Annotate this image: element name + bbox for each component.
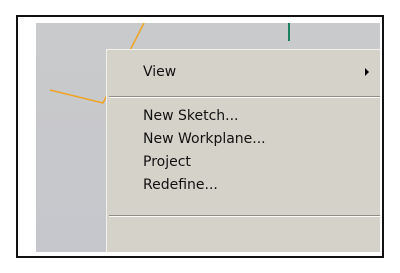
3d-viewport[interactable]: View New Sketch... New Workplane... Proj… xyxy=(36,23,380,252)
menu-item-new-workplane[interactable]: New Workplane... xyxy=(107,128,380,150)
menu-separator xyxy=(109,215,380,217)
menu-item-new-sketch[interactable]: New Sketch... xyxy=(107,105,380,127)
chevron-right-icon xyxy=(365,68,369,76)
context-menu: View New Sketch... New Workplane... Proj… xyxy=(106,49,380,252)
menu-item-project-label: Project xyxy=(143,154,191,170)
menu-item-view[interactable]: View xyxy=(107,61,380,83)
menu-item-new-sketch-label: New Sketch... xyxy=(143,108,239,124)
menu-separator xyxy=(109,96,380,98)
menu-item-project[interactable]: Project xyxy=(107,151,380,173)
menu-item-redefine-label: Redefine... xyxy=(143,177,218,193)
menu-item-redefine[interactable]: Redefine... xyxy=(107,174,380,196)
screenshot-frame: View New Sketch... New Workplane... Proj… xyxy=(16,15,384,258)
menu-item-view-label: View xyxy=(143,64,177,80)
menu-item-new-workplane-label: New Workplane... xyxy=(143,131,266,147)
